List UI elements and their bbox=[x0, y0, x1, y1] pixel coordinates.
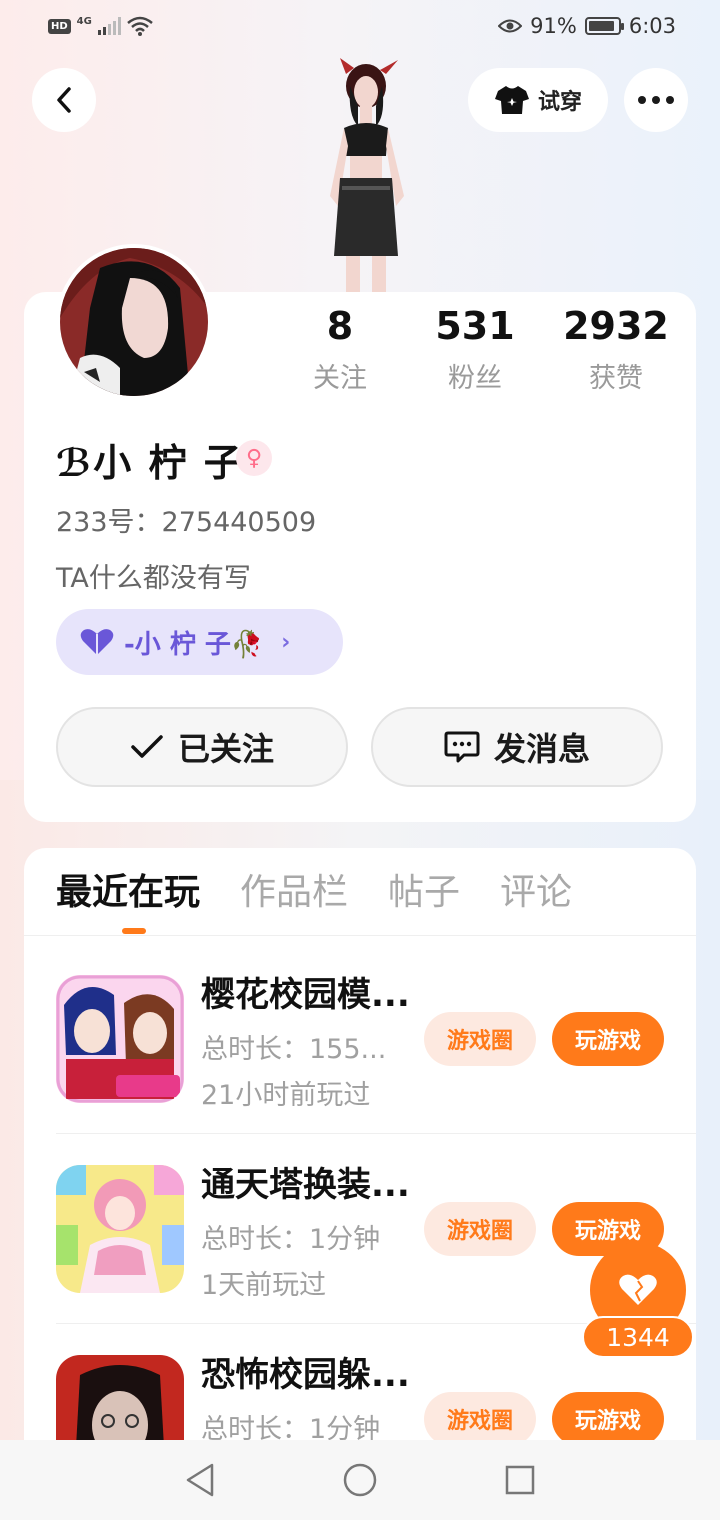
fan-group-label: -小 柠 子🥀 bbox=[124, 629, 264, 660]
heart-icon bbox=[619, 1274, 657, 1305]
game-icon-image bbox=[56, 975, 184, 1103]
avatar-character-figure bbox=[330, 58, 404, 296]
game-title: 恐怖校园躲... bbox=[201, 1355, 410, 1395]
send-message-button[interactable]: 发消息 bbox=[371, 707, 663, 787]
status-right: 91% 6:03 bbox=[498, 14, 676, 38]
checkmark-icon bbox=[131, 735, 163, 758]
game-title: 樱花校园模... bbox=[201, 975, 410, 1015]
try-on-label: 试穿 bbox=[537, 90, 582, 115]
try-on-button[interactable]: 试穿 bbox=[468, 68, 608, 132]
likes-received-count: 2932 bbox=[563, 304, 669, 348]
send-message-label: 发消息 bbox=[493, 730, 590, 768]
network-type: 4G bbox=[76, 15, 92, 27]
game-icon bbox=[56, 975, 184, 1103]
game-icon-image bbox=[56, 1165, 184, 1293]
fans-count: 531 bbox=[435, 304, 515, 348]
like-count: 1344 bbox=[582, 1316, 694, 1358]
bio: TA什么都没有写 bbox=[56, 563, 251, 594]
game-circle-button[interactable]: 游戏圈 bbox=[424, 1012, 536, 1066]
stat-following[interactable]: 8 关注 bbox=[300, 304, 380, 395]
nav-home-button[interactable] bbox=[340, 1460, 380, 1500]
nav-back-button[interactable] bbox=[180, 1460, 220, 1500]
more-dots-icon bbox=[638, 96, 674, 104]
nickname: ℬ小 柠 子 bbox=[56, 441, 244, 485]
account-id: 233号：275440509 bbox=[56, 507, 317, 538]
more-button[interactable] bbox=[624, 68, 688, 132]
nav-recents-button[interactable] bbox=[500, 1460, 540, 1500]
hd-badge: HD bbox=[48, 18, 71, 34]
game-last-played: 1天前玩过 bbox=[201, 1270, 327, 1301]
game-title: 通天塔换装... bbox=[201, 1165, 410, 1205]
system-navigation-bar bbox=[0, 1440, 720, 1520]
active-tab-indicator bbox=[122, 928, 146, 934]
divider bbox=[24, 935, 696, 936]
game-duration: 总时长：1分钟 bbox=[201, 1224, 381, 1255]
eye-comfort-icon bbox=[498, 19, 523, 33]
game-icon bbox=[56, 1165, 184, 1293]
followed-button[interactable]: 已关注 bbox=[56, 707, 348, 787]
followed-label: 已关注 bbox=[177, 730, 274, 768]
female-gender-icon: ♀ bbox=[236, 440, 272, 476]
chevron-left-icon bbox=[57, 87, 71, 113]
signal-icon bbox=[97, 17, 121, 35]
avatar[interactable] bbox=[56, 244, 212, 400]
avatar-image bbox=[60, 248, 208, 396]
tab-posts[interactable]: 帖子 bbox=[388, 868, 460, 918]
chevron-right-icon: › bbox=[281, 629, 291, 655]
game-last-played: 21小时前玩过 bbox=[201, 1080, 371, 1111]
play-game-button[interactable]: 玩游戏 bbox=[552, 1392, 664, 1446]
divider bbox=[56, 1133, 696, 1134]
status-left: HD 4G bbox=[48, 16, 153, 36]
game-duration: 总时长：155... bbox=[201, 1034, 387, 1065]
status-bar: HD 4G 91% 6:03 bbox=[0, 0, 720, 56]
tab-bar: 最近在玩 作品栏 帖子 评论 bbox=[56, 868, 572, 918]
following-label: 关注 bbox=[313, 363, 367, 394]
square-recents-icon bbox=[505, 1465, 535, 1495]
battery-icon bbox=[584, 17, 624, 35]
game-list-item[interactable]: 樱花校园模... 总时长：155... 21小时前玩过 游戏圈 玩游戏 bbox=[56, 975, 676, 1135]
game-list-item[interactable]: 通天塔换装... 总时长：1分钟 1天前玩过 游戏圈 玩游戏 bbox=[56, 1165, 676, 1325]
game-circle-button[interactable]: 游戏圈 bbox=[424, 1392, 536, 1446]
tab-recently-played[interactable]: 最近在玩 bbox=[56, 868, 200, 918]
chat-bubble-icon bbox=[444, 731, 480, 763]
play-game-button[interactable]: 玩游戏 bbox=[552, 1012, 664, 1066]
stat-fans[interactable]: 531 粉丝 bbox=[420, 304, 530, 395]
back-button[interactable] bbox=[32, 68, 96, 132]
clock: 6:03 bbox=[628, 14, 676, 38]
triangle-back-icon bbox=[186, 1463, 214, 1497]
following-count: 8 bbox=[326, 304, 354, 348]
game-circle-button[interactable]: 游戏圈 bbox=[424, 1202, 536, 1256]
stat-likes[interactable]: 2932 获赞 bbox=[556, 304, 676, 395]
fans-label: 粉丝 bbox=[448, 363, 502, 394]
likes-received-label: 获赞 bbox=[589, 363, 643, 394]
tab-works[interactable]: 作品栏 bbox=[240, 868, 348, 918]
battery-percent: 91% bbox=[530, 14, 577, 38]
wifi-icon bbox=[127, 16, 153, 36]
fan-group-pill[interactable]: -小 柠 子🥀 › bbox=[56, 609, 343, 675]
tab-comments[interactable]: 评论 bbox=[500, 868, 572, 918]
heart-icon bbox=[80, 629, 114, 655]
circle-home-icon bbox=[343, 1463, 377, 1497]
shirt-icon bbox=[494, 86, 529, 114]
